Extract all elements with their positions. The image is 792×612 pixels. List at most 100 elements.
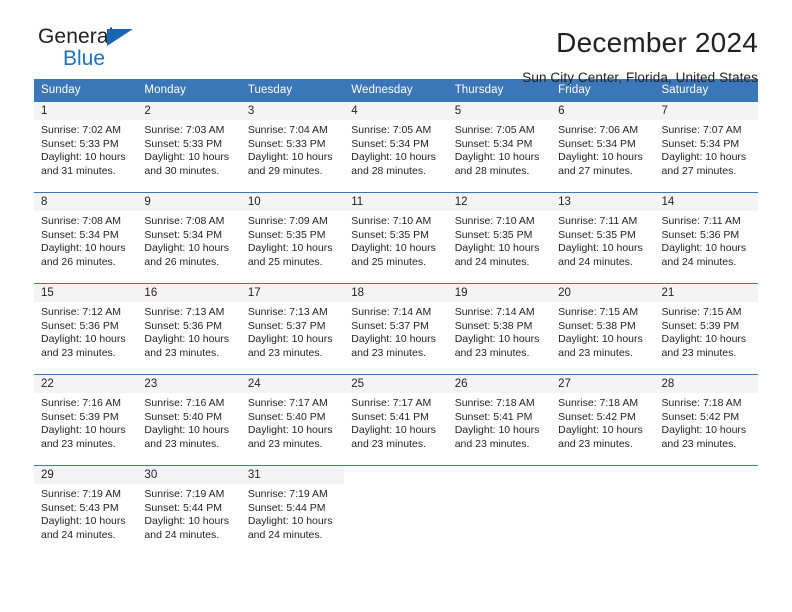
day-sun-info: Sunrise: 7:10 AM Sunset: 5:35 PM Daylight:… xyxy=(344,211,447,269)
day-sun-info: Sunrise: 7:17 AM Sunset: 5:40 PM Daylight:… xyxy=(241,393,344,451)
day-number: 6 xyxy=(551,102,655,120)
calendar-day-cell[interactable]: 20 Sunrise: 7:15 AM Sunset: 5:38 PM Dayligh… xyxy=(551,283,655,375)
calendar-day-cell[interactable] xyxy=(551,465,655,556)
day-cell-content xyxy=(551,466,654,556)
day-sunrise-text: Sunrise: 7:17 AM xyxy=(351,397,432,409)
calendar-day-cell[interactable]: 10 Sunrise: 7:09 AM Sunset: 5:35 PM Dayligh… xyxy=(240,192,345,284)
calendar-day-cell[interactable]: 3 Sunrise: 7:04 AM Sunset: 5:33 PM Daylight… xyxy=(240,101,345,193)
day-number: 20 xyxy=(551,284,655,302)
day-sunset-text: Sunset: 5:35 PM xyxy=(558,228,636,241)
day-daylight-2-text: and 24 minutes. xyxy=(558,255,633,268)
page-title: December 2024 xyxy=(556,27,758,58)
day-sunrise-text: Sunrise: 7:19 AM xyxy=(41,488,121,500)
day-cell-content: 4 Sunrise: 7:05 AM Sunset: 5:34 PM Daylight… xyxy=(344,102,448,192)
day-number: 29 xyxy=(34,466,138,484)
day-number: 24 xyxy=(240,375,345,393)
day-sunrise-text: Sunrise: 7:19 AM xyxy=(144,488,225,500)
day-daylight-2-text: and 28 minutes. xyxy=(351,164,426,177)
calendar-day-cell[interactable]: 16 Sunrise: 7:13 AM Sunset: 5:36 PM Dayligh… xyxy=(137,283,241,375)
calendar-day-cell[interactable]: 23 Sunrise: 7:16 AM Sunset: 5:40 PM Dayligh… xyxy=(137,374,241,466)
calendar-day-cell[interactable]: 5 Sunrise: 7:05 AM Sunset: 5:34 PM Daylight… xyxy=(447,101,552,193)
day-sunset-text: Sunset: 5:33 PM xyxy=(41,137,119,150)
day-daylight-2-text: and 27 minutes. xyxy=(558,164,633,177)
day-daylight-2-text: and 23 minutes. xyxy=(661,346,737,359)
day-sunset-text: Sunset: 5:40 PM xyxy=(247,410,326,423)
day-daylight-2-text: and 23 minutes. xyxy=(558,346,633,359)
calendar-day-cell[interactable] xyxy=(447,465,552,556)
day-daylight-1-text: Daylight: 10 hours xyxy=(558,424,643,437)
calendar-day-cell[interactable]: 30 Sunrise: 7:19 AM Sunset: 5:44 PM Dayligh… xyxy=(137,465,241,556)
day-cell-content: 25 Sunrise: 7:17 AM Sunset: 5:41 PM Dayligh… xyxy=(344,375,448,465)
calendar-day-cell[interactable]: 4 Sunrise: 7:05 AM Sunset: 5:34 PM Daylight… xyxy=(344,101,448,193)
day-number: 13 xyxy=(551,193,655,211)
calendar-day-cell[interactable]: 2 Sunrise: 7:03 AM Sunset: 5:33 PM Daylight… xyxy=(137,101,241,193)
day-sunset-text: Sunset: 5:36 PM xyxy=(661,228,740,241)
calendar-day-cell[interactable]: 22 Sunrise: 7:16 AM Sunset: 5:39 PM Dayligh… xyxy=(34,374,138,466)
calendar-day-cell[interactable]: 29 Sunrise: 7:19 AM Sunset: 5:43 PM Dayligh… xyxy=(34,465,138,556)
day-number: 18 xyxy=(344,284,448,302)
day-sunrise-text: Sunrise: 7:09 AM xyxy=(247,215,328,227)
day-daylight-1-text: Daylight: 10 hours xyxy=(454,151,540,164)
day-cell-content: 18 Sunrise: 7:14 AM Sunset: 5:37 PM Dayligh… xyxy=(344,284,448,374)
day-sunset-text: Sunset: 5:37 PM xyxy=(351,319,429,332)
calendar-day-cell[interactable] xyxy=(344,465,448,556)
calendar-day-cell[interactable]: 12 Sunrise: 7:10 AM Sunset: 5:35 PM Dayligh… xyxy=(447,192,552,284)
calendar-day-cell[interactable]: 6 Sunrise: 7:06 AM Sunset: 5:34 PM Daylight… xyxy=(551,101,655,193)
day-number: 27 xyxy=(551,375,655,393)
day-cell-content: 21 Sunrise: 7:15 AM Sunset: 5:39 PM Dayligh… xyxy=(654,284,758,374)
calendar-day-cell[interactable]: 26 Sunrise: 7:18 AM Sunset: 5:41 PM Dayligh… xyxy=(447,374,552,466)
day-sun-info: Sunrise: 7:02 AM Sunset: 5:33 PM Daylight:… xyxy=(34,120,137,178)
day-daylight-1-text: Daylight: 10 hours xyxy=(454,242,540,255)
day-sunset-text: Sunset: 5:40 PM xyxy=(144,410,223,423)
logo-text-blue: Blue xyxy=(63,47,106,70)
day-daylight-1-text: Daylight: 10 hours xyxy=(661,333,747,346)
day-daylight-1-text: Daylight: 10 hours xyxy=(41,333,126,346)
calendar-day-cell[interactable]: 15 Sunrise: 7:12 AM Sunset: 5:36 PM Dayligh… xyxy=(34,283,138,375)
day-sun-info: Sunrise: 7:07 AM Sunset: 5:34 PM Daylight:… xyxy=(655,120,758,178)
day-sunset-text: Sunset: 5:42 PM xyxy=(661,410,740,423)
calendar-week-row: 15 Sunrise: 7:12 AM Sunset: 5:36 PM Dayligh… xyxy=(34,283,758,375)
day-sun-info: Sunrise: 7:14 AM Sunset: 5:38 PM Daylight:… xyxy=(448,302,551,360)
day-sun-info: Sunrise: 7:18 AM Sunset: 5:41 PM Daylight:… xyxy=(448,393,551,451)
calendar-day-cell[interactable]: 1 Sunrise: 7:02 AM Sunset: 5:33 PM Daylight… xyxy=(34,101,138,193)
calendar-day-cell[interactable]: 21 Sunrise: 7:15 AM Sunset: 5:39 PM Dayligh… xyxy=(654,283,758,375)
day-sunrise-text: Sunrise: 7:10 AM xyxy=(454,215,535,227)
calendar-day-cell[interactable]: 24 Sunrise: 7:17 AM Sunset: 5:40 PM Dayligh… xyxy=(240,374,345,466)
day-sunrise-text: Sunrise: 7:13 AM xyxy=(144,306,225,318)
calendar-day-cell[interactable]: 17 Sunrise: 7:13 AM Sunset: 5:37 PM Dayligh… xyxy=(240,283,345,375)
day-sun-info: Sunrise: 7:10 AM Sunset: 5:35 PM Daylight:… xyxy=(448,211,551,269)
day-cell-content: 14 Sunrise: 7:11 AM Sunset: 5:36 PM Dayligh… xyxy=(654,193,758,283)
calendar-day-cell[interactable] xyxy=(654,465,758,556)
day-sunset-text: Sunset: 5:39 PM xyxy=(661,319,740,332)
day-daylight-2-text: and 27 minutes. xyxy=(661,164,737,177)
day-daylight-1-text: Daylight: 10 hours xyxy=(247,333,333,346)
logo-triangle-icon xyxy=(107,29,133,46)
day-sunset-text: Sunset: 5:33 PM xyxy=(144,137,223,150)
day-number xyxy=(551,466,654,484)
calendar-day-cell[interactable]: 7 Sunrise: 7:07 AM Sunset: 5:34 PM Daylight… xyxy=(654,101,758,193)
calendar-day-cell[interactable]: 8 Sunrise: 7:08 AM Sunset: 5:34 PM Daylight… xyxy=(34,192,138,284)
day-sunrise-text: Sunrise: 7:07 AM xyxy=(661,124,742,136)
calendar-day-cell[interactable]: 28 Sunrise: 7:18 AM Sunset: 5:42 PM Dayligh… xyxy=(654,374,758,466)
day-number xyxy=(655,466,758,484)
calendar-day-cell[interactable]: 19 Sunrise: 7:14 AM Sunset: 5:38 PM Dayligh… xyxy=(447,283,552,375)
day-number: 10 xyxy=(240,193,345,211)
calendar-day-cell[interactable]: 31 Sunrise: 7:19 AM Sunset: 5:44 PM Dayligh… xyxy=(240,465,345,556)
calendar-day-cell[interactable]: 25 Sunrise: 7:17 AM Sunset: 5:41 PM Dayligh… xyxy=(344,374,448,466)
day-sunrise-text: Sunrise: 7:10 AM xyxy=(351,215,432,227)
calendar-day-cell[interactable]: 14 Sunrise: 7:11 AM Sunset: 5:36 PM Dayligh… xyxy=(654,192,758,284)
calendar-day-cell[interactable]: 18 Sunrise: 7:14 AM Sunset: 5:37 PM Dayligh… xyxy=(344,283,448,375)
calendar-day-cell[interactable]: 13 Sunrise: 7:11 AM Sunset: 5:35 PM Dayligh… xyxy=(551,192,655,284)
calendar-day-cell[interactable]: 9 Sunrise: 7:08 AM Sunset: 5:34 PM Daylight… xyxy=(137,192,241,284)
day-sunrise-text: Sunrise: 7:11 AM xyxy=(558,215,638,227)
day-daylight-1-text: Daylight: 10 hours xyxy=(558,333,643,346)
day-cell-content: 19 Sunrise: 7:14 AM Sunset: 5:38 PM Dayligh… xyxy=(447,284,552,374)
day-daylight-2-text: and 23 minutes. xyxy=(454,346,530,359)
calendar-day-cell[interactable]: 27 Sunrise: 7:18 AM Sunset: 5:42 PM Dayligh… xyxy=(551,374,655,466)
brand-logo[interactable]: General Blue xyxy=(34,26,178,76)
day-sunrise-text: Sunrise: 7:14 AM xyxy=(351,306,432,318)
day-daylight-1-text: Daylight: 10 hours xyxy=(144,333,230,346)
day-sun-info: Sunrise: 7:13 AM Sunset: 5:36 PM Daylight:… xyxy=(137,302,240,360)
calendar-day-cell[interactable]: 11 Sunrise: 7:10 AM Sunset: 5:35 PM Dayligh… xyxy=(344,192,448,284)
day-sun-info: Sunrise: 7:16 AM Sunset: 5:40 PM Daylight:… xyxy=(137,393,240,451)
